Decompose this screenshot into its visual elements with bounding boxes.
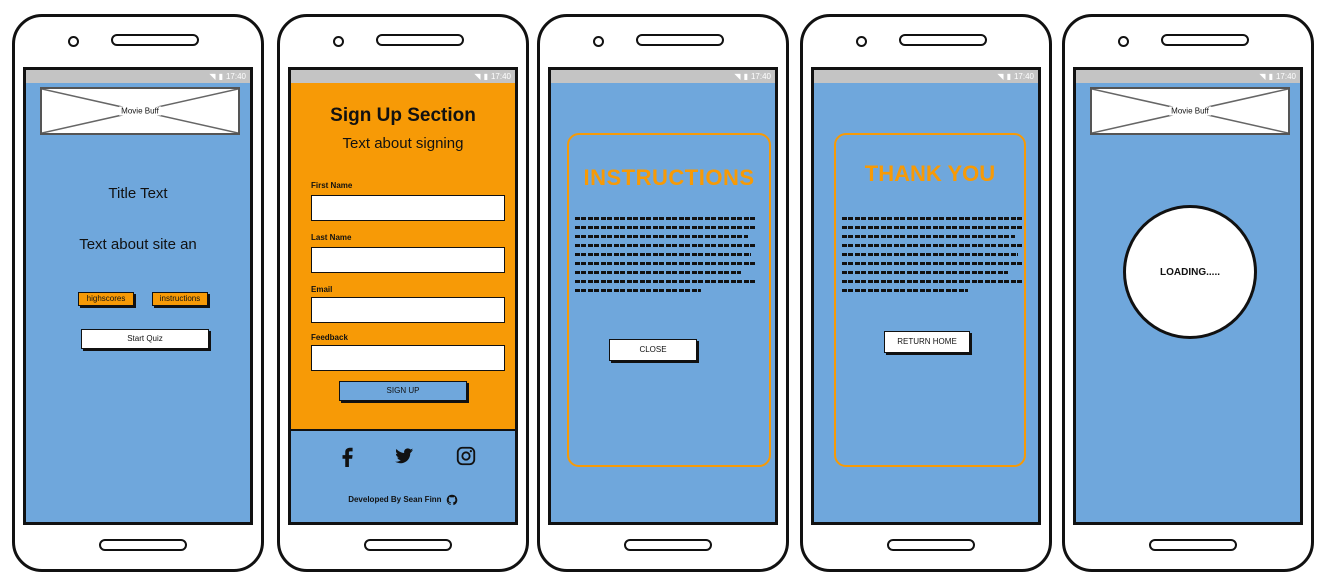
status-time: 17:40 (225, 72, 246, 81)
speaker-grille (376, 34, 464, 46)
screen-loading: ◥ ▮ 17:40 Movie Buff LOADING..... (1073, 67, 1303, 525)
loading-text: LOADING..... (1160, 266, 1220, 278)
footer-credit: Developed By Sean Finn (291, 494, 515, 506)
facebook-icon[interactable] (337, 445, 359, 467)
wifi-icon: ◥ (1259, 72, 1266, 81)
instructions-button[interactable]: instructions (152, 292, 208, 306)
wifi-icon: ◥ (997, 72, 1004, 81)
thank-you-body-text (842, 217, 1022, 292)
signup-subheading: Text about signing (342, 135, 464, 152)
screen-instructions: ◥ ▮ 17:40 INSTRUCTIONS CLOSE (548, 67, 778, 525)
status-bar: ◥ ▮ 17:40 (291, 70, 515, 83)
site-description: Text about site an (79, 236, 197, 253)
email-input[interactable] (311, 297, 505, 323)
phone-mockup-signup: ◥ ▮ 17:40 Sign Up Section Text about signi… (277, 14, 529, 572)
wifi-icon: ◥ (734, 72, 741, 81)
close-button[interactable]: CLOSE (609, 339, 697, 361)
instructions-body-text (575, 217, 755, 292)
thank-you-heading: THANK YOU (864, 161, 996, 186)
status-time: 17:40 (1275, 72, 1296, 81)
phone-mockup-instructions: ◥ ▮ 17:40 INSTRUCTIONS CLOSE (537, 14, 789, 572)
first-name-input[interactable] (311, 195, 505, 221)
logo-image: Movie Buff (1090, 87, 1290, 135)
status-time: 17:40 (490, 72, 511, 81)
thank-you-card: THANK YOU RETURN HOME (834, 133, 1026, 467)
camera-icon (1118, 36, 1129, 47)
instructions-heading: INSTRUCTIONS (583, 165, 755, 190)
phone-mockup-home: ◥ ▮ 17:40 Movie Buff Title Text Text about… (12, 14, 264, 572)
status-bar: ◥ ▮ 17:40 (1076, 70, 1300, 83)
camera-icon (856, 36, 867, 47)
signup-heading: Sign Up Section (330, 105, 476, 126)
feedback-label: Feedback (311, 333, 348, 342)
speaker-grille (899, 34, 987, 46)
speaker-grille (636, 34, 724, 46)
email-label: Email (311, 285, 333, 294)
status-bar: ◥ ▮ 17:40 (814, 70, 1038, 83)
signal-icon: ▮ (1268, 72, 1273, 81)
speaker-grille (111, 34, 199, 46)
return-home-button[interactable]: RETURN HOME (884, 331, 970, 353)
camera-icon (68, 36, 79, 47)
camera-icon (333, 36, 344, 47)
wifi-icon: ◥ (474, 72, 481, 81)
start-quiz-button[interactable]: Start Quiz (81, 329, 209, 349)
first-name-label: First Name (311, 181, 353, 190)
screen-home: ◥ ▮ 17:40 Movie Buff Title Text Text about… (23, 67, 253, 525)
logo-label: Movie Buff (119, 106, 161, 116)
signup-form-panel: Sign Up Section Text about signing First… (291, 83, 515, 431)
home-button (887, 539, 975, 551)
signal-icon: ▮ (218, 72, 223, 81)
instagram-icon[interactable] (455, 445, 477, 467)
screen-signup: ◥ ▮ 17:40 Sign Up Section Text about signi… (288, 67, 518, 525)
feedback-input[interactable] (311, 345, 505, 371)
github-icon[interactable] (446, 494, 458, 506)
home-button (99, 539, 187, 551)
camera-icon (593, 36, 604, 47)
signup-button[interactable]: SIGN UP (339, 381, 467, 401)
loading-spinner: LOADING..... (1123, 205, 1257, 339)
home-button (1149, 539, 1237, 551)
status-bar: ◥ ▮ 17:40 (551, 70, 775, 83)
title-text: Title Text (108, 185, 168, 202)
instructions-card: INSTRUCTIONS CLOSE (567, 133, 771, 467)
home-button (624, 539, 712, 551)
signal-icon: ▮ (483, 72, 488, 81)
last-name-label: Last Name (311, 233, 352, 242)
phone-mockup-loading: ◥ ▮ 17:40 Movie Buff LOADING..... (1062, 14, 1314, 572)
wifi-icon: ◥ (209, 72, 216, 81)
screen-thank-you: ◥ ▮ 17:40 THANK YOU RETURN HOME (811, 67, 1041, 525)
signal-icon: ▮ (743, 72, 748, 81)
twitter-icon[interactable] (393, 445, 415, 467)
highscores-button[interactable]: highscores (78, 292, 134, 306)
logo-label: Movie Buff (1169, 106, 1211, 116)
footer-credit-text: Developed By Sean Finn (348, 495, 442, 505)
signal-icon: ▮ (1006, 72, 1011, 81)
speaker-grille (1161, 34, 1249, 46)
status-time: 17:40 (750, 72, 771, 81)
logo-image: Movie Buff (40, 87, 240, 135)
status-bar: ◥ ▮ 17:40 (26, 70, 250, 83)
last-name-input[interactable] (311, 247, 505, 273)
home-button (364, 539, 452, 551)
status-time: 17:40 (1013, 72, 1034, 81)
phone-mockup-thank-you: ◥ ▮ 17:40 THANK YOU RETURN HOME (800, 14, 1052, 572)
